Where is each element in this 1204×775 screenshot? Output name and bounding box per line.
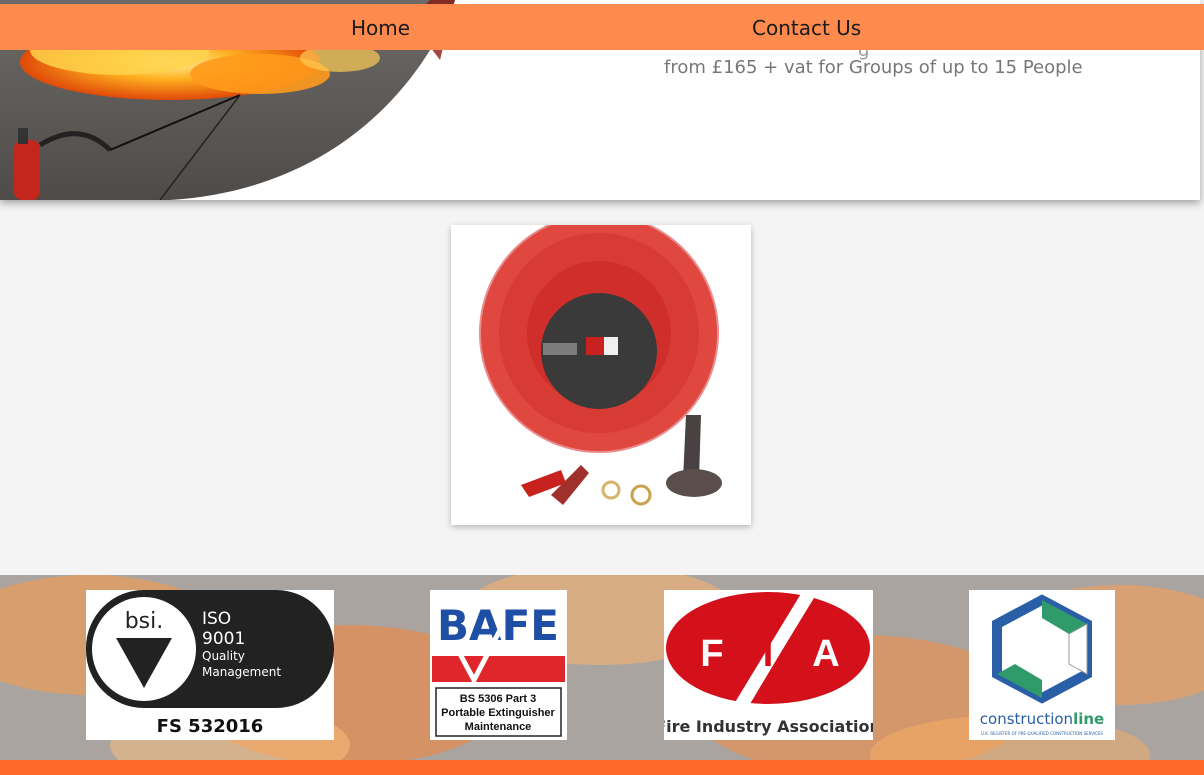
hose-reel-icon — [479, 213, 722, 506]
svg-text:Quality: Quality — [202, 649, 245, 663]
svg-text:Management: Management — [202, 665, 281, 679]
svg-text:U.K. REGISTER OF PRE-QUALIFIED: U.K. REGISTER OF PRE-QUALIFIED CONSTRUCT… — [981, 731, 1103, 736]
footer: bsi. ISO 9001 Quality Management FS 5320… — [0, 575, 1204, 775]
nav-home-link[interactable]: Home — [351, 16, 410, 40]
footer-bottom-strip — [0, 760, 1204, 775]
top-nav-bar: Home Contact Us — [0, 4, 1204, 50]
svg-text:constructionline: constructionline — [980, 710, 1104, 728]
svg-text:A: A — [812, 633, 839, 675]
svg-text:Portable Extinguisher: Portable Extinguisher — [441, 707, 555, 719]
fia-logo: F I A Fire Industry Association — [664, 590, 873, 740]
svg-text:9001: 9001 — [202, 629, 245, 649]
svg-text:ISO: ISO — [202, 609, 231, 629]
hose-reel-image — [451, 213, 751, 525]
svg-text:Maintenance: Maintenance — [465, 721, 532, 733]
constructionline-logo: constructionline U.K. REGISTER OF PRE-QU… — [969, 590, 1115, 740]
bsi-iso-9001-logo: bsi. ISO 9001 Quality Management FS 5320… — [86, 590, 334, 740]
svg-text:Fire Industry Association: Fire Industry Association — [664, 717, 873, 736]
svg-text:BS 5306 Part 3: BS 5306 Part 3 — [460, 693, 536, 705]
price-text: from £165 + vat for Groups of up to 15 P… — [664, 57, 1083, 78]
svg-text:FS 532016: FS 532016 — [157, 716, 264, 737]
svg-text:BAFE: BAFE — [437, 601, 559, 650]
svg-text:I: I — [763, 633, 774, 675]
nav-contact-link[interactable]: Contact Us — [752, 16, 861, 40]
svg-text:bsi.: bsi. — [125, 609, 164, 634]
bafe-logo: BAFE BS 5306 Part 3 Portable Extinguishe… — [430, 590, 567, 740]
svg-text:F: F — [700, 633, 723, 675]
